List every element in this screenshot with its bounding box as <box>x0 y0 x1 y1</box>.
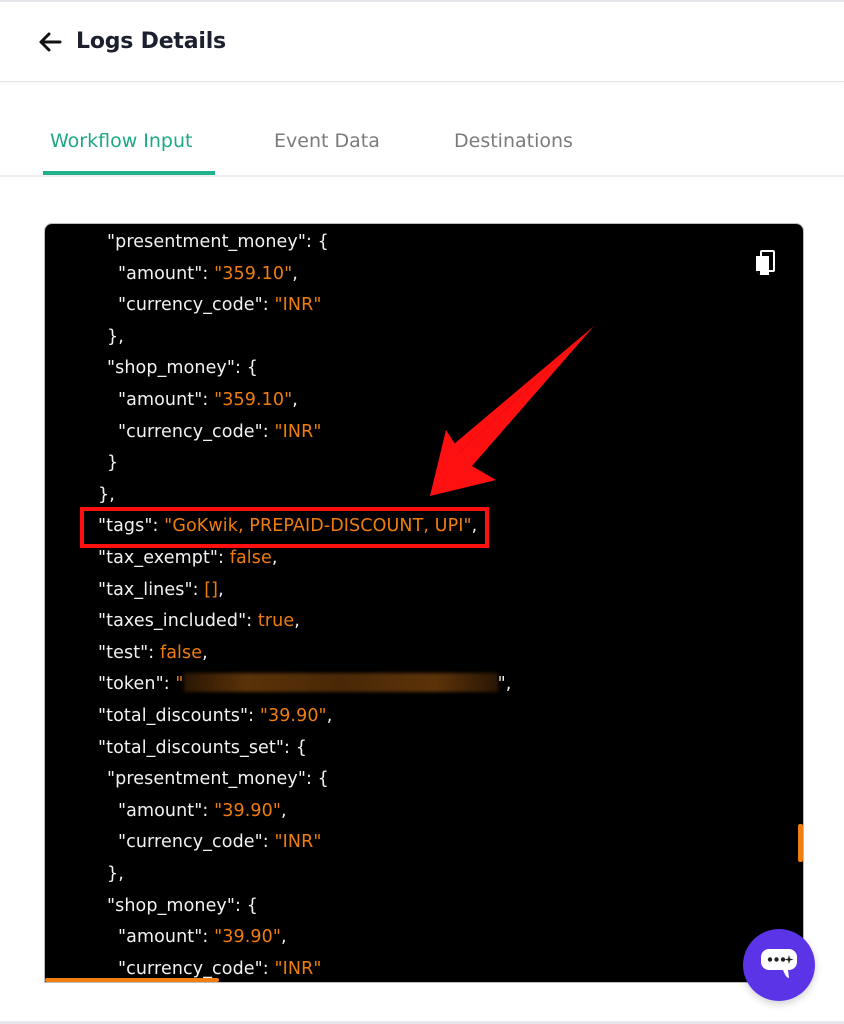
page-title: Logs Details <box>76 29 226 54</box>
json-key: "tax_lines": <box>98 579 205 600</box>
json-key: "amount": <box>118 263 215 284</box>
chat-button[interactable] <box>743 929 815 1001</box>
json-punctuation: ", <box>497 674 512 695</box>
json-punctuation: { <box>317 232 329 252</box>
code-line: "shop_money": { <box>107 352 258 384</box>
page-header: Logs Details <box>0 2 844 82</box>
json-value: "39.90" <box>259 706 327 726</box>
json-key: "presentment_money": <box>107 232 318 252</box>
code-line: "total_discounts_set": { <box>98 732 307 764</box>
json-value: true <box>257 611 295 632</box>
code-line: }, <box>107 858 124 890</box>
json-punctuation: , <box>326 706 333 726</box>
copy-button[interactable] <box>752 248 778 278</box>
json-punctuation: , <box>471 516 478 537</box>
json-key: "currency_code": <box>118 421 275 442</box>
chat-bubble-icon <box>759 945 799 985</box>
json-punctuation: }, <box>98 484 115 505</box>
code-line: "amount": "39.90", <box>118 795 287 827</box>
json-punctuation: }, <box>107 864 124 884</box>
json-punctuation: , <box>281 927 287 948</box>
tab-bar: Workflow Input Event Data Destinations <box>0 100 844 177</box>
json-key: "shop_money": <box>107 895 247 916</box>
json-punctuation: , <box>281 800 287 821</box>
json-punctuation: { <box>317 769 329 790</box>
json-key: "taxes_included": <box>98 611 258 632</box>
code-line: "amount": "39.90", <box>118 921 287 953</box>
json-key: "token": <box>98 674 176 695</box>
code-line: "test": false, <box>98 637 208 669</box>
code-line: } <box>107 447 118 479</box>
json-key: "currency_code": <box>118 295 275 316</box>
json-value: [] <box>204 579 219 600</box>
json-key: "amount": <box>118 800 215 821</box>
code-line: "currency_code": "INR" <box>118 289 321 321</box>
json-punctuation: , <box>292 263 298 284</box>
json-code-viewer[interactable]: "presentment_money": {"amount": "359.10"… <box>44 223 804 983</box>
code-line: "presentment_money": { <box>107 763 329 795</box>
json-key: "presentment_money": <box>107 769 318 790</box>
json-key: "tags": <box>98 516 165 537</box>
json-value: "39.90" <box>214 800 281 821</box>
json-value: "359.10" <box>214 263 293 284</box>
json-value: "39.90" <box>214 927 281 948</box>
code-line: "tax_lines": [], <box>98 574 224 606</box>
json-punctuation: { <box>246 895 258 916</box>
json-punctuation: , <box>202 642 208 663</box>
json-key: "currency_code": <box>118 832 275 853</box>
code-line: "shop_money": { <box>107 890 258 922</box>
json-value: false <box>159 642 203 663</box>
json-punctuation: , <box>271 548 278 568</box>
code-line: "tags": "GoKwik, PREPAID-DISCOUNT, UPI", <box>98 510 477 542</box>
back-button[interactable] <box>36 30 64 58</box>
json-value: "INR" <box>274 295 322 316</box>
code-line: "taxes_included": true, <box>98 605 300 637</box>
json-value: "INR" <box>274 832 322 853</box>
code-line: "currency_code": "INR" <box>118 826 321 858</box>
json-key: "test": <box>98 642 160 663</box>
code-line: "presentment_money": { <box>107 226 329 258</box>
json-value: "GoKwik, PREPAID-DISCOUNT, UPI" <box>164 516 472 537</box>
tab-event-data[interactable]: Event Data <box>274 130 380 152</box>
json-value: false <box>229 548 272 568</box>
json-punctuation: , <box>292 390 298 410</box>
json-punctuation: , <box>294 611 300 632</box>
json-key: "amount": <box>118 390 215 410</box>
json-value: " <box>175 674 184 695</box>
vertical-scrollbar[interactable] <box>798 824 803 862</box>
json-key: "total_discounts": <box>98 706 260 726</box>
code-line: "amount": "359.10", <box>118 258 298 290</box>
json-key: "shop_money": <box>107 358 247 379</box>
tab-workflow-input[interactable]: Workflow Input <box>50 130 192 152</box>
json-value: "INR" <box>274 958 322 979</box>
code-line: }, <box>107 321 124 353</box>
json-key: "amount": <box>118 927 215 948</box>
tab-destinations[interactable]: Destinations <box>454 130 573 152</box>
json-punctuation: }, <box>107 326 124 347</box>
json-value: "359.10" <box>214 390 293 410</box>
json-value: "INR" <box>274 421 322 442</box>
arrow-left-icon <box>38 31 62 57</box>
json-punctuation: { <box>295 737 307 758</box>
json-key: "tax_exempt": <box>98 548 230 568</box>
redacted-token <box>183 673 498 693</box>
json-key: "currency_code": <box>118 958 275 979</box>
json-punctuation: { <box>246 358 258 379</box>
active-tab-indicator <box>43 171 215 175</box>
json-punctuation: } <box>107 453 119 474</box>
code-line: "amount": "359.10", <box>118 384 298 416</box>
json-key: "total_discounts_set": <box>98 737 296 758</box>
code-line: }, <box>98 479 115 511</box>
horizontal-scrollbar[interactable] <box>45 978 219 982</box>
code-line: "token": " ", <box>98 668 511 700</box>
code-line: "currency_code": "INR" <box>118 416 321 448</box>
code-line: "total_discounts": "39.90", <box>98 700 332 732</box>
code-line: "tax_exempt": false, <box>98 542 278 574</box>
json-punctuation: , <box>218 579 224 600</box>
copy-icon <box>752 250 778 282</box>
